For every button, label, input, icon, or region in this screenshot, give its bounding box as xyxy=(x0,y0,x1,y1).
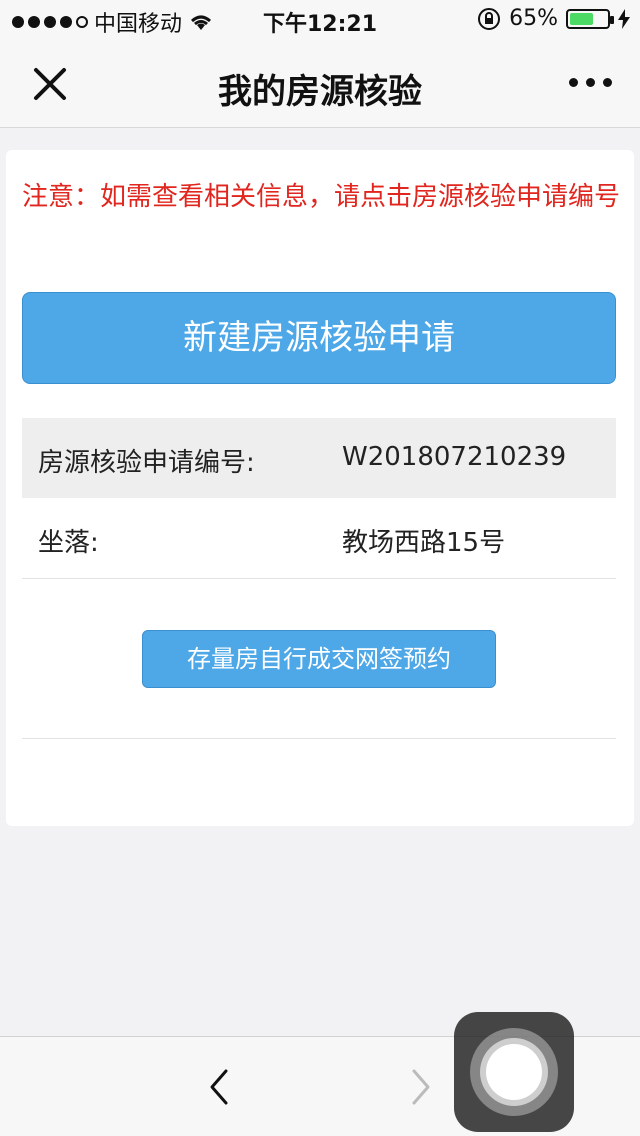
page-title: 我的房源核验 xyxy=(218,72,422,112)
location-row: 坐落: 教场西路15号 xyxy=(22,498,616,578)
location-value: 教场西路15号 xyxy=(342,528,506,558)
chevron-left-icon[interactable] xyxy=(200,1067,240,1107)
content-card: 注意：如需查看相关信息，请点击房源核验申请编号 新建房源核验申请 房源核验申请编… xyxy=(6,150,634,826)
nav-bar: 我的房源核验 xyxy=(0,40,640,128)
divider xyxy=(22,578,616,579)
location-label: 坐落: xyxy=(38,528,99,558)
more-horizontal-icon[interactable] xyxy=(569,78,612,87)
charging-bolt-icon xyxy=(618,8,630,29)
new-application-button[interactable]: 新建房源核验申请 xyxy=(22,292,616,384)
assistive-touch-button[interactable] xyxy=(454,1012,574,1132)
chevron-right-icon[interactable] xyxy=(400,1067,440,1107)
application-number-link[interactable]: W201807210239 xyxy=(342,442,566,472)
status-right: 65% xyxy=(477,6,630,31)
application-number-row: 房源核验申请编号: W201807210239 xyxy=(22,418,616,498)
battery-percent: 65% xyxy=(509,6,558,31)
online-sign-reservation-button[interactable]: 存量房自行成交网签预约 xyxy=(142,630,496,688)
orientation-lock-icon xyxy=(478,7,501,30)
battery-fill xyxy=(570,12,594,25)
notice-text: 注意：如需查看相关信息，请点击房源核验申请编号 xyxy=(22,182,621,212)
status-bar: 中国移动 下午12:21 65% xyxy=(0,0,640,40)
battery-icon xyxy=(566,8,614,29)
divider xyxy=(22,738,616,739)
application-number-label: 房源核验申请编号: xyxy=(38,448,255,478)
